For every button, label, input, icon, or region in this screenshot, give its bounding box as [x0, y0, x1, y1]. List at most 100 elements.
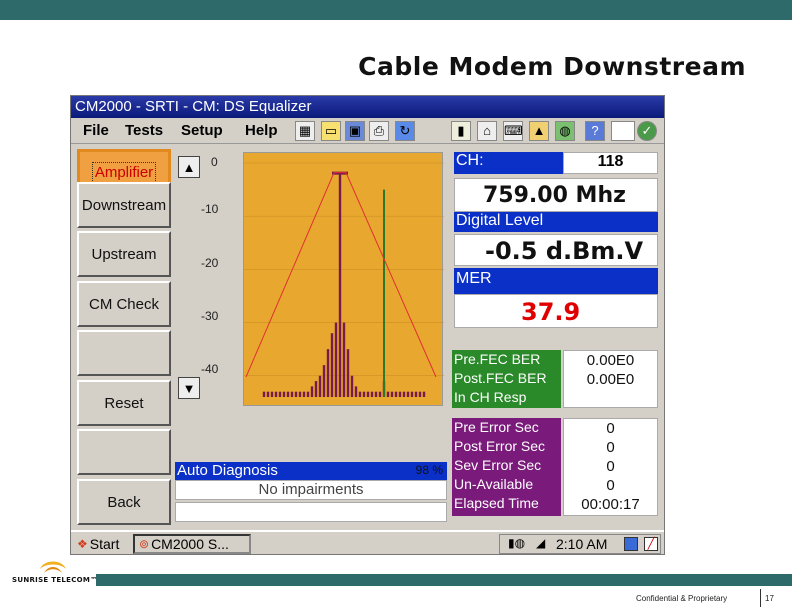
equalizer-bar — [278, 391, 282, 397]
taskbar: ❖ Start ⊚ CM2000 S... ▮◍ ◢ 2:10 AM ╱ — [71, 530, 664, 554]
equalizer-bar — [306, 391, 310, 397]
sev-error-sec-label: Sev Error Sec — [454, 457, 542, 473]
equalizer-bar — [266, 391, 270, 397]
scroll-up-button[interactable]: ▲ — [178, 156, 200, 178]
network-icon[interactable]: ⌂ — [477, 121, 497, 141]
equalizer-bar — [374, 391, 378, 397]
equalizer-bar — [410, 391, 414, 397]
ber-values: 0.00E0 0.00E0 — [563, 350, 658, 408]
checkmark-icon[interactable]: ✓ — [637, 121, 657, 141]
device-screen: CM2000 - SRTI - CM: DS Equalizer File Te… — [70, 95, 665, 555]
start-label: Start — [89, 536, 120, 552]
error-labels: Pre Error Sec Post Error Sec Sev Error S… — [452, 418, 561, 516]
pre-fec-ber-label: Pre.FEC BER — [454, 351, 541, 367]
peak-cap — [332, 171, 348, 175]
equalizer-bar — [314, 381, 318, 397]
sidebar-back-button[interactable]: Back — [77, 479, 171, 525]
equalizer-bar — [322, 365, 326, 397]
equalizer-bar — [294, 391, 298, 397]
equalizer-bar — [350, 375, 354, 397]
refresh-icon[interactable]: ↻ — [395, 121, 415, 141]
unavailable-label: Un-Available — [454, 476, 534, 492]
page-number: 17 — [765, 594, 774, 603]
network-tray-icon[interactable]: ▮◍ — [508, 536, 525, 550]
sidebar-blank-button-1[interactable] — [77, 330, 171, 376]
post-error-sec-label: Post Error Sec — [454, 438, 546, 454]
ber-labels: Pre.FEC BER Post.FEC BER In CH Resp — [452, 350, 561, 408]
equalizer-bar — [338, 173, 342, 397]
sound-tray-icon[interactable]: ◢ — [536, 536, 545, 550]
help-icon[interactable]: ? — [585, 121, 605, 141]
equalizer-bar — [402, 391, 406, 397]
window-title: CM2000 - SRTI - CM: DS Equalizer — [71, 96, 664, 118]
calculator-icon[interactable]: ▦ — [295, 121, 315, 141]
post-fec-ber-value: 0.00E0 — [586, 371, 635, 388]
scroll-down-button[interactable]: ▼ — [178, 377, 200, 399]
equalizer-bar — [298, 391, 302, 397]
y-tick-label: -20 — [201, 256, 219, 270]
channel-value[interactable]: 118 — [563, 152, 658, 174]
digital-level-panel: -0.5 d.Bm.V — [454, 234, 658, 266]
menu-tests[interactable]: Tests — [125, 122, 163, 139]
equalizer-bar — [370, 391, 374, 397]
equalizer-bar — [334, 322, 338, 397]
blank-field — [611, 121, 635, 141]
equalizer-bar — [282, 391, 286, 397]
unavailable-value: 0 — [606, 477, 615, 494]
equalizer-bar — [318, 375, 322, 397]
y-tick-label: -40 — [201, 362, 219, 376]
equalizer-bar — [270, 391, 274, 397]
menu-setup[interactable]: Setup — [181, 122, 223, 139]
y-tick-label: -30 — [201, 309, 219, 323]
equalizer-bar — [398, 391, 402, 397]
in-ch-resp-label: In CH Resp — [454, 389, 527, 405]
start-button[interactable]: ❖ Start — [73, 534, 131, 554]
sidebar-blank-button-2[interactable] — [77, 429, 171, 475]
y-tick-label: 0 — [211, 155, 218, 169]
elapsed-time-value: 00:00:17 — [581, 496, 640, 513]
pre-error-sec-label: Pre Error Sec — [454, 419, 539, 435]
slide-bottom-bar — [96, 574, 792, 586]
sidebar-downstream-button[interactable]: Downstream — [77, 182, 171, 228]
error-values: 0 0 0 0 00:00:17 — [563, 418, 658, 516]
tray-clock: 2:10 AM — [556, 536, 608, 552]
sev-error-sec-value: 0 — [606, 458, 615, 475]
equalizer-bar — [366, 391, 370, 397]
open-folder-icon[interactable]: ▭ — [321, 121, 341, 141]
logo-text: SUNRISE TELECOM™ — [12, 576, 98, 584]
elapsed-time-label: Elapsed Time — [454, 495, 539, 511]
mer-panel: 37.9 — [454, 294, 658, 328]
sidebar-upstream-button[interactable]: Upstream — [77, 231, 171, 277]
slide-title: Cable Modem Downstream — [358, 52, 746, 81]
sidebar-cm-check-button[interactable]: CM Check — [77, 281, 171, 327]
auto-diagnosis-header: Auto Diagnosis 98 % — [175, 462, 447, 480]
equalizer-bar — [326, 349, 330, 397]
save-disk-icon[interactable]: ▣ — [345, 121, 365, 141]
equalizer-bar — [362, 391, 366, 397]
keyboard-icon[interactable]: ⌨ — [503, 121, 523, 141]
sidebar-reset-button[interactable]: Reset — [77, 380, 171, 426]
equalizer-bar — [310, 386, 314, 397]
footer-divider — [760, 589, 761, 607]
windows-logo-icon: ❖ — [77, 537, 88, 551]
channel-label: CH: — [454, 152, 563, 174]
lock-icon[interactable]: ▲ — [529, 121, 549, 141]
menu-bar: File Tests Setup Help ▦ ▭ ▣ ⎙ ↻ ▮ ⌂ ⌨ ▲ … — [71, 118, 664, 144]
globe-icon[interactable]: ◍ — [555, 121, 575, 141]
task-label: CM2000 S... — [151, 536, 229, 552]
printer-icon[interactable]: ⎙ — [369, 121, 389, 141]
equalizer-bar — [422, 391, 426, 397]
equalizer-bar — [274, 391, 278, 397]
equalizer-bar — [286, 391, 290, 397]
menu-help[interactable]: Help — [245, 122, 278, 139]
equalizer-bar — [354, 386, 358, 397]
frequency-value: 759.00 Mhz — [483, 183, 626, 208]
chart-icon[interactable]: ▮ — [451, 121, 471, 141]
task-cm2000[interactable]: ⊚ CM2000 S... — [133, 534, 251, 554]
pen-tray-icon[interactable]: ╱ — [644, 537, 658, 551]
auto-diagnosis-blank-row — [175, 502, 447, 522]
menu-file[interactable]: File — [83, 122, 109, 139]
equalizer-bar — [302, 391, 306, 397]
post-fec-ber-label: Post.FEC BER — [454, 370, 547, 386]
desktop-tray-icon[interactable] — [624, 537, 638, 551]
